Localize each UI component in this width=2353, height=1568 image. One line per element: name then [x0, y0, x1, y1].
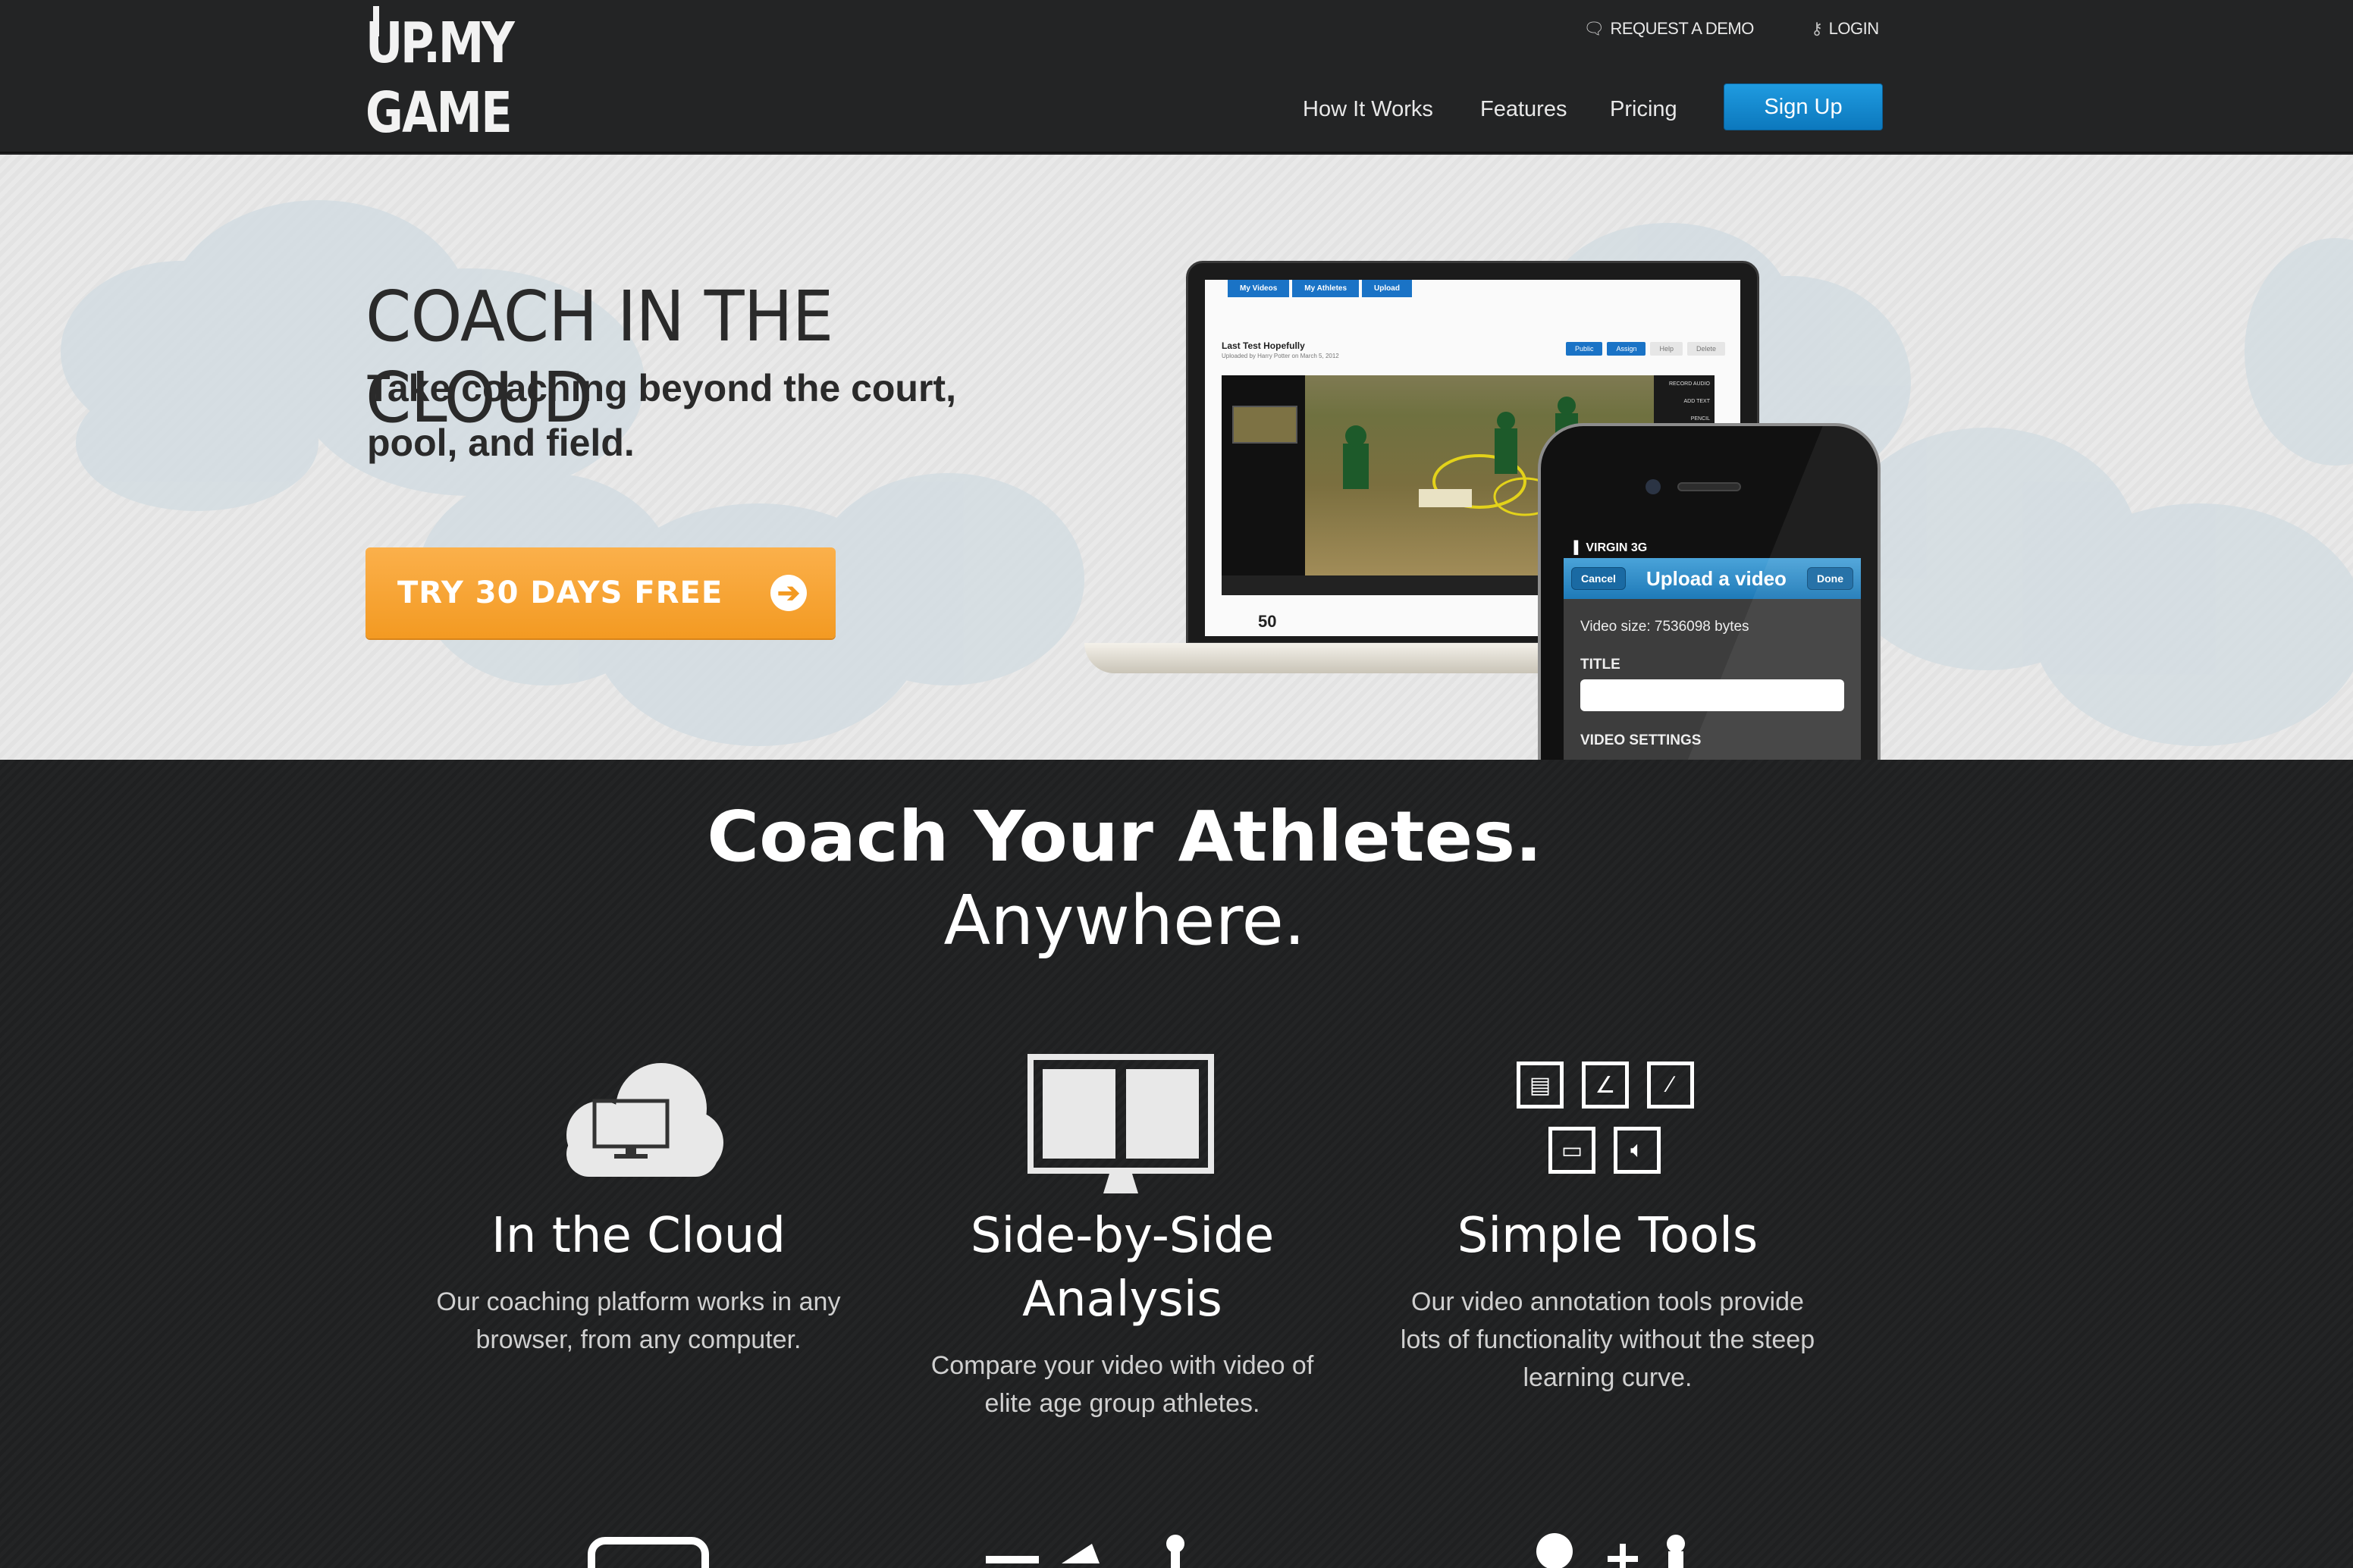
arrow-right-circle-icon: ➔ [770, 575, 807, 611]
audio-tool-icon: 🔈︎ [1614, 1127, 1661, 1174]
logo-text-top: UP.MY [365, 11, 515, 76]
feature-side-by-side-heading-line-1: Side-by-Side [970, 1208, 1275, 1264]
cloud-computer-icon [566, 1063, 723, 1177]
app-tab: My Athletes [1292, 280, 1360, 297]
speaker-grille [1677, 482, 1741, 491]
feature-simple-tools-text: Our video annotation tools provide lots … [1380, 1283, 1835, 1397]
app-tool: RECORD AUDIO [1668, 381, 1710, 387]
app-tab: Upload [1362, 280, 1412, 297]
feature-simple-tools-heading: Simple Tools [1457, 1208, 1758, 1264]
split-monitor-icon [1027, 1054, 1214, 1193]
feature-side-by-side-text-line-2: elite age group athletes. [984, 1389, 1260, 1418]
feature-side-by-side-text: Compare your video with video of elite a… [895, 1347, 1350, 1422]
app-video-thumbnail [1232, 406, 1297, 444]
app-tool: ADD TEXT [1683, 399, 1711, 404]
try-free-button[interactable]: TRY 30 DAYS FREE ➔ [365, 547, 836, 638]
feature-side-by-side-text-line-1: Compare your video with video of [930, 1351, 1314, 1380]
app-action: Public [1565, 342, 1603, 356]
key-icon: ⚷ [1811, 19, 1823, 38]
feature-cloud-text: Our coaching platform works in any brows… [411, 1283, 866, 1359]
phone-cancel-button: Cancel [1571, 567, 1626, 590]
athletes-add-icon [1536, 1533, 1685, 1568]
hero-subtitle-line-1: Take coaching beyond the court, [367, 367, 956, 409]
feature-side-by-side-heading-line-2: Analysis [1022, 1272, 1222, 1328]
carrier-label: VIRGIN 3G [1586, 541, 1648, 554]
feature-side-by-side-icon-area [895, 1048, 1350, 1200]
feature-cloud-heading: In the Cloud [491, 1208, 786, 1264]
request-demo-label: REQUEST A DEMO [1610, 19, 1754, 38]
angle-tool-icon: ∠ [1582, 1062, 1629, 1109]
site-logo[interactable]: UP.MY GAME [364, 6, 515, 141]
app-action: Assign [1607, 342, 1646, 356]
app-actions: Public Assign Help Delete [1565, 342, 1725, 356]
app-view-count: 50 [1258, 612, 1277, 631]
app-video-subtitle: Uploaded by Harry Potter on March 5, 201… [1222, 353, 1339, 359]
hero-subtitle: Take coaching beyond the court, pool, an… [367, 361, 1049, 470]
feature-simple-tools-text-line-3: learning curve. [1523, 1363, 1693, 1392]
comment-tool-icon: ▭ [1548, 1127, 1595, 1174]
feature-simple-tools-text-line-2: lots of functionality without the steep [1400, 1325, 1815, 1354]
feature-cloud-text-line-1: Our coaching platform works in any [436, 1287, 841, 1316]
nav-features[interactable]: Features [1480, 93, 1567, 126]
pencil-tool-icon: ∕ [1647, 1062, 1694, 1109]
phone-mockup: ▐ VIRGIN 3G Cancel Upload a video Done V… [1538, 423, 1881, 760]
nav-how-it-works[interactable]: How It Works [1303, 93, 1433, 126]
camera-icon [588, 1537, 709, 1568]
feature-simple-tools-text-line-1: Our video annotation tools provide [1411, 1287, 1804, 1316]
feature-simple-tools-icon-area: ▤ ∠ ∕ ▭ 🔈︎ [1380, 1048, 1835, 1200]
site-header: UP.MY GAME 🗨︎ REQUEST A DEMO ⚷ LOGIN How… [0, 0, 2353, 153]
feature-cloud: In the Cloud Our coaching platform works… [411, 1048, 866, 1359]
feature-cloud-icon-area [411, 1048, 866, 1200]
app-action: Help [1650, 342, 1683, 356]
try-free-label: TRY 30 DAYS FREE [397, 575, 723, 610]
app-tabs: My Videos My Athletes Upload [1228, 280, 1412, 297]
feature-cloud-text-line-2: browser, from any computer. [475, 1325, 802, 1354]
frame-tool-icon: ▤ [1517, 1062, 1564, 1109]
features-title: Coach Your Athletes. [707, 796, 1542, 877]
sign-up-button[interactable]: Sign Up [1724, 83, 1883, 130]
hero-section: COACH IN THE CLOUD Take coaching beyond … [0, 155, 2353, 760]
next-feature-icons [0, 1533, 2353, 1568]
features-subtitle: Anywhere. [943, 881, 1306, 961]
hero-subtitle-line-2: pool, and field. [367, 422, 635, 464]
app-video-title: Last Test Hopefully [1222, 340, 1305, 351]
feature-side-by-side: Side-by-Side Analysis Compare your video… [895, 1048, 1350, 1422]
app-tab: My Videos [1228, 280, 1290, 297]
signal-icon: ▐ [1570, 541, 1579, 554]
athlete-transfer-icon [986, 1535, 1184, 1568]
login-link[interactable]: ⚷ LOGIN [1811, 17, 1879, 41]
feature-side-by-side-heading: Side-by-Side Analysis [895, 1204, 1350, 1331]
camera-icon [1646, 479, 1661, 494]
login-label: LOGIN [1828, 19, 1879, 38]
features-section: Coach Your Athletes. Anywhere. In the Cl… [0, 760, 2353, 1568]
logo-text-bottom: GAME [365, 80, 513, 146]
app-action: Delete [1686, 342, 1725, 356]
request-demo-link[interactable]: 🗨︎ REQUEST A DEMO [1583, 17, 1754, 41]
nav-pricing[interactable]: Pricing [1610, 93, 1677, 126]
chat-bubbles-icon: 🗨︎ [1583, 19, 1605, 38]
feature-simple-tools: ▤ ∠ ∕ ▭ 🔈︎ Simple Tools Our video annota… [1380, 1048, 1835, 1397]
